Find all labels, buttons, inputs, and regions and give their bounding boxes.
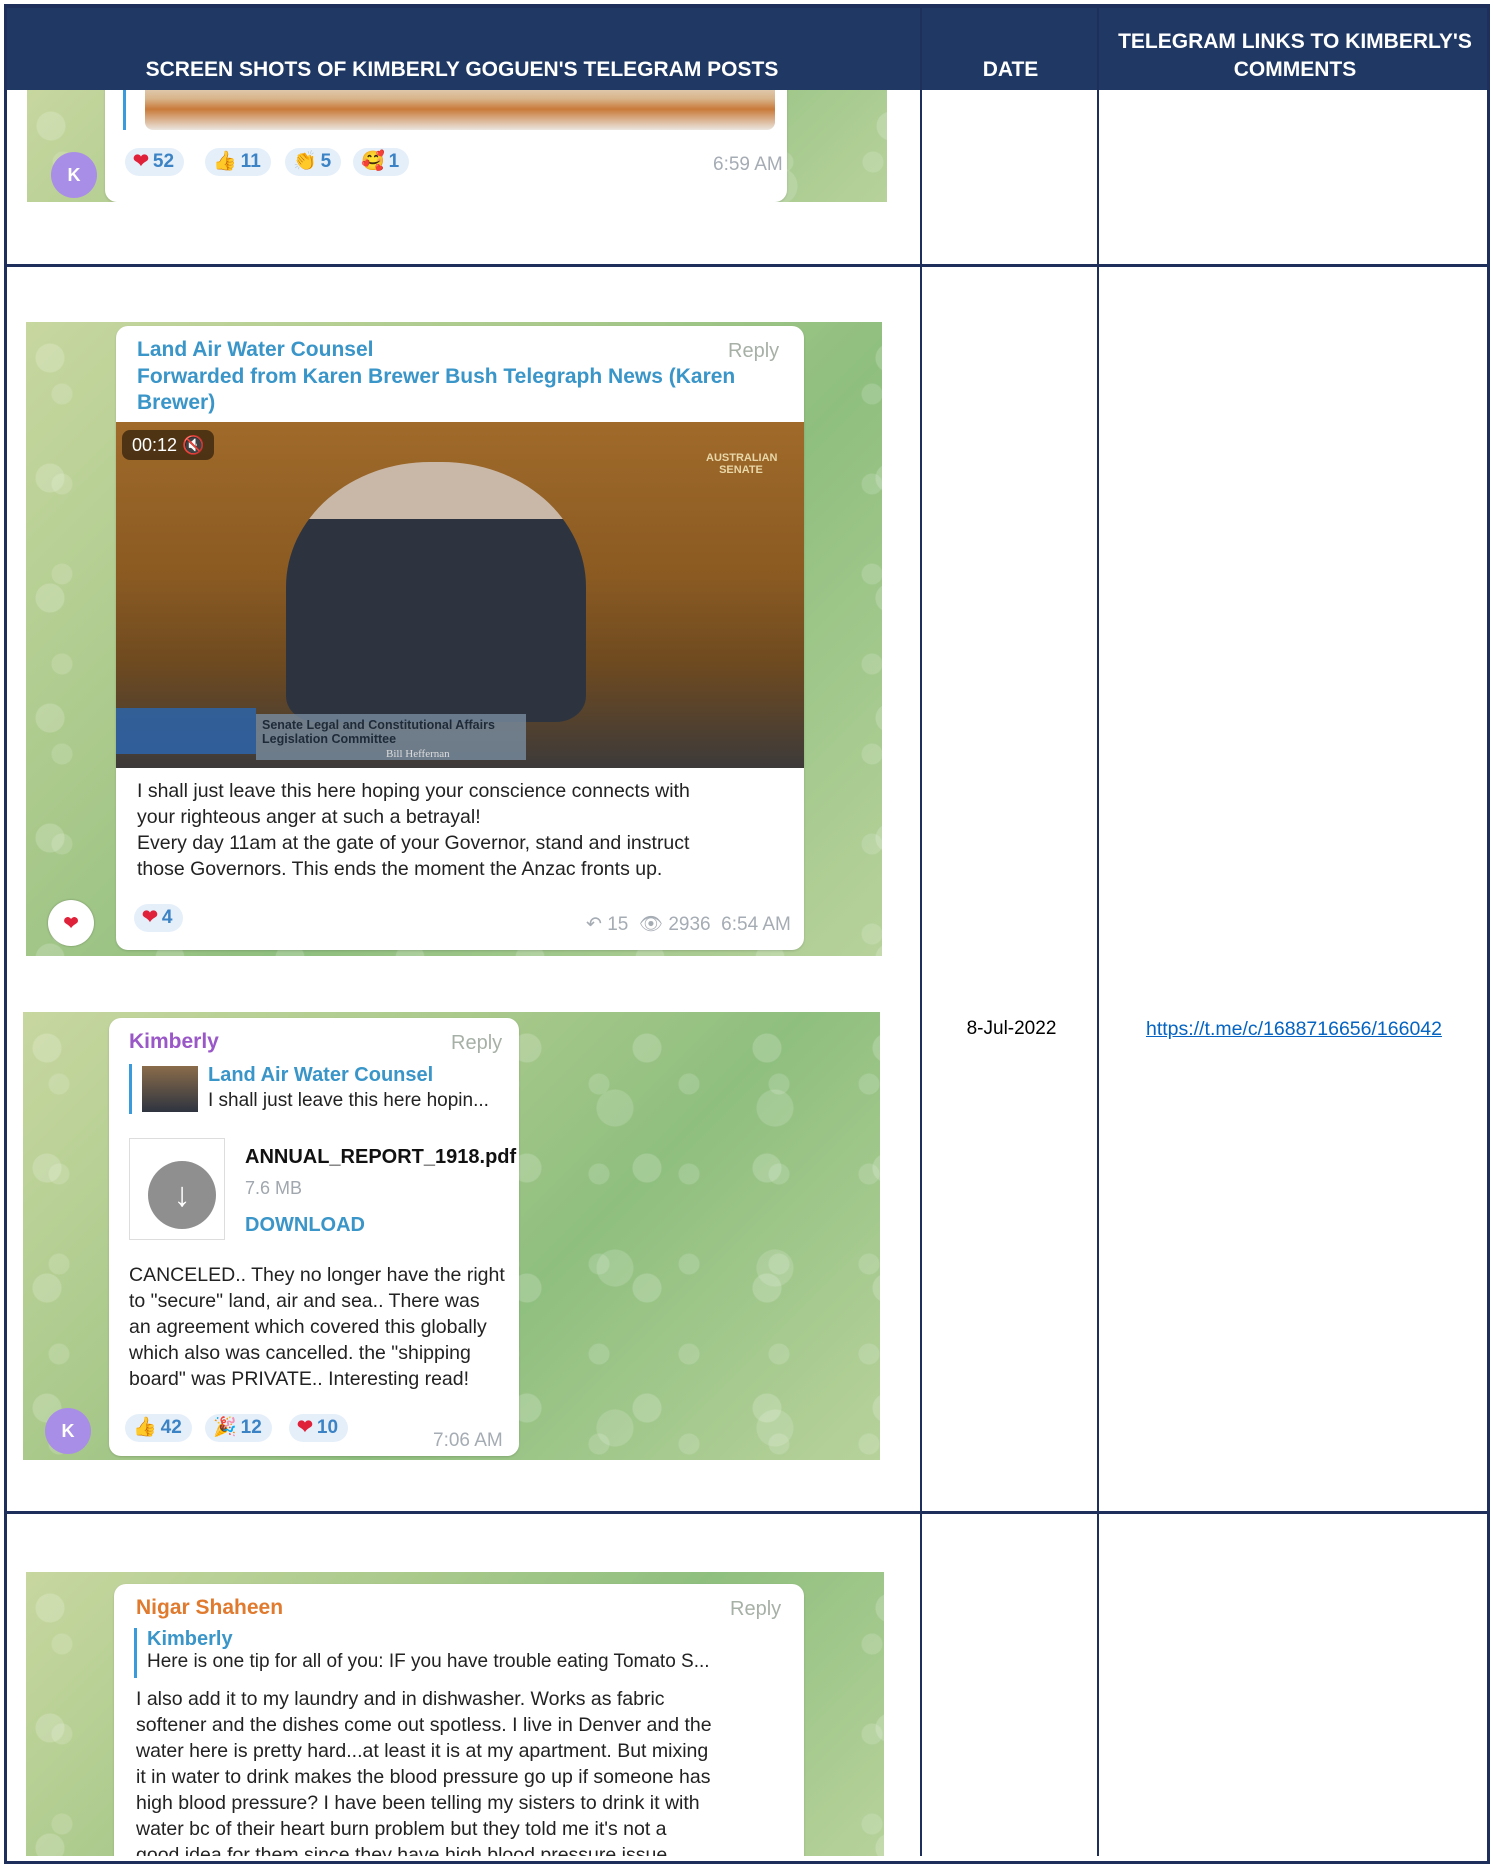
reply-quote[interactable]: Kimberly Here is one tip for all of you:… [134, 1628, 787, 1678]
message-time: 6:59 AM [713, 154, 783, 175]
screenshot-row2-post1: Land Air Water Counsel Reply Forwarded f… [26, 322, 882, 956]
date-cell: 8-Jul-2022 [966, 1018, 1057, 1039]
screenshot-row2-post2: Kimberly Reply Land Air Water Counsel I … [23, 1012, 880, 1460]
reaction-thumbs-up[interactable]: 👍 11 [205, 148, 271, 176]
file-size: 7.6 MB [245, 1178, 303, 1198]
telegram-link[interactable]: https://t.me/c/1688716656/166042 [1101, 1018, 1487, 1041]
quote-thumbnail [142, 1066, 198, 1112]
quote-name: Kimberly [147, 1628, 233, 1650]
speaker-name: Bill Heffernan [386, 748, 450, 760]
reply-button[interactable]: Reply [451, 1032, 502, 1055]
reply-quote[interactable]: Land Air Water Counsel I shall just leav… [129, 1064, 512, 1114]
reaction-heart[interactable]: ❤ 4 [134, 904, 183, 932]
quote-text: I shall just leave this here hopin... [208, 1090, 489, 1111]
quote-name: Land Air Water Counsel [208, 1064, 434, 1086]
message-text: CANCELED.. They no longer have the right… [129, 1264, 505, 1390]
file-thumbnail[interactable]: ↓ [129, 1138, 225, 1240]
reaction-heart[interactable]: ❤ 10 [289, 1414, 349, 1442]
message-meta: ↶ 15 👁 2936 6:54 AM [586, 912, 791, 936]
avatar[interactable]: K [51, 152, 97, 198]
quote-text: Here is one tip for all of you: IF you h… [147, 1651, 710, 1672]
sender-name[interactable]: Land Air Water Counsel [137, 338, 373, 362]
forwarded-from[interactable]: Forwarded from Karen Brewer Bush Telegra… [137, 364, 737, 416]
row-divider [4, 1511, 1490, 1514]
message-bubble: Nigar Shaheen Reply Kimberly Here is one… [114, 1584, 804, 1856]
screenshot-row3: Nigar Shaheen Reply Kimberly Here is one… [26, 1572, 884, 1856]
column-divider [920, 4, 922, 1856]
reaction-party[interactable]: 🥰 1 [353, 148, 410, 176]
download-button[interactable]: DOWNLOAD [245, 1214, 365, 1237]
reaction-clap[interactable]: 👏 5 [285, 148, 342, 176]
screenshot-row1: ❤ 52 👍 11 👏 5 🥰 1 6:59 AM K [27, 90, 887, 202]
message-bubble: ❤ 52 👍 11 👏 5 🥰 1 6:59 AM [105, 90, 787, 202]
reply-button[interactable]: Reply [728, 340, 779, 363]
message-text: I shall just leave this here hoping your… [137, 780, 690, 880]
message-bubble: Kimberly Reply Land Air Water Counsel I … [109, 1018, 519, 1456]
sender-name[interactable]: Nigar Shaheen [136, 1596, 283, 1620]
quote-bar [123, 90, 126, 130]
video-figure [286, 462, 586, 722]
senate-logo: AUSTRALIAN SENATE [706, 452, 778, 476]
reply-button[interactable]: Reply [730, 1598, 781, 1621]
message-text: I also add it to my laundry and in dishw… [136, 1688, 712, 1856]
column-divider [1097, 4, 1099, 1856]
views-icon: 👁 [638, 914, 664, 935]
reaction-thumbs-up[interactable]: 👍 42 [125, 1414, 192, 1442]
share-icon: ↶ [586, 914, 602, 935]
reaction-heart[interactable]: ❤ 52 [125, 148, 185, 176]
share-count: 15 [607, 914, 629, 935]
caption-block [116, 708, 256, 754]
video-player[interactable]: AUSTRALIAN SENATE 00:12 🔇 Senate Legal a… [116, 422, 804, 768]
caption-line2: Legislation Committee [262, 732, 397, 746]
view-count: 2936 [668, 914, 711, 935]
message-time: 7:06 AM [433, 1430, 503, 1451]
caption-line1: Senate Legal and Constitutional Affairs [262, 718, 495, 732]
video-duration-badge: 00:12 🔇 [122, 430, 215, 460]
mute-icon[interactable]: 🔇 [182, 435, 204, 455]
avatar[interactable]: K [45, 1408, 91, 1454]
row-divider [4, 264, 1490, 267]
message-time: 6:54 AM [721, 914, 791, 935]
image-preview [145, 90, 775, 130]
download-arrow-icon[interactable]: ↓ [148, 1161, 216, 1229]
file-name[interactable]: ANNUAL_REPORT_1918.pdf [245, 1146, 516, 1169]
sender-name[interactable]: Kimberly [129, 1030, 219, 1054]
reaction-party-popper[interactable]: 🎉 12 [205, 1414, 272, 1442]
avatar-heart-icon[interactable]: ❤ [48, 900, 94, 946]
message-bubble: Land Air Water Counsel Reply Forwarded f… [116, 326, 804, 950]
